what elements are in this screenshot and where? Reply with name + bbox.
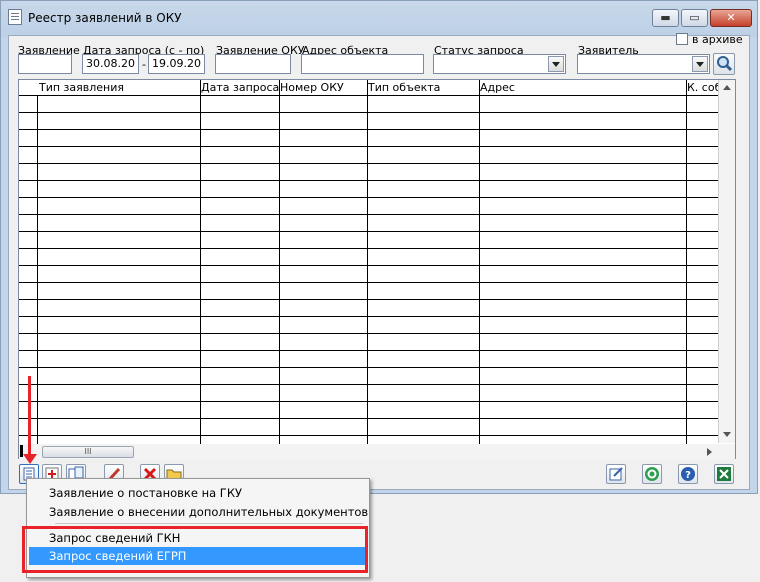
excel-button[interactable] [714, 464, 734, 484]
refresh-icon [645, 467, 659, 481]
help-button[interactable]: ? [678, 464, 698, 484]
scroll-up-icon[interactable] [723, 85, 731, 90]
oku-application-input[interactable] [215, 54, 291, 74]
maximize-button[interactable]: ▭ [681, 9, 708, 27]
chevron-down-icon[interactable] [692, 56, 708, 72]
scroll-right-icon[interactable] [707, 448, 712, 456]
applications-grid[interactable]: Тип заявления Дата запроса Номер ОКУ Тип… [18, 79, 736, 459]
open-button[interactable] [606, 464, 626, 484]
refresh-button[interactable] [642, 464, 662, 484]
scroll-down-icon[interactable] [723, 432, 731, 437]
column-header-address[interactable]: Адрес [480, 80, 515, 95]
search-button[interactable] [713, 53, 735, 75]
date-separator: - [142, 58, 146, 71]
window-title: Реестр заявлений в ОКУ [28, 11, 182, 25]
open-icon [609, 467, 623, 481]
archive-checkbox[interactable] [676, 33, 688, 45]
svg-text:?: ? [685, 470, 691, 481]
title-bar[interactable]: Реестр заявлений в ОКУ ▬ ▭ ✕ [0, 0, 758, 34]
document-icon [8, 9, 22, 25]
help-icon: ? [681, 467, 695, 481]
search-icon [717, 56, 733, 72]
close-button[interactable]: ✕ [710, 9, 752, 27]
vertical-scrollbar[interactable] [718, 80, 735, 443]
column-header-object-type[interactable]: Тип объекта [368, 80, 441, 95]
object-address-input[interactable] [301, 54, 424, 74]
horizontal-scroll-thumb[interactable]: III [42, 446, 134, 458]
annotation-highlight-box [22, 526, 368, 573]
minimize-button[interactable]: ▬ [652, 9, 679, 27]
column-header-oku-number[interactable]: Номер ОКУ [280, 80, 344, 95]
chevron-down-icon[interactable] [548, 56, 564, 72]
applicant-select[interactable] [577, 54, 710, 74]
date-from-input[interactable]: 30.08.20 [82, 54, 139, 74]
column-header-type[interactable]: Тип заявления [39, 80, 125, 95]
excel-icon [717, 467, 731, 481]
grid-lines [19, 80, 719, 446]
annotation-arrow-shaft [28, 376, 31, 456]
column-header-owner[interactable]: К. соб [687, 80, 722, 95]
archive-label: в архиве [692, 33, 743, 46]
column-header-request-date[interactable]: Дата запроса [201, 80, 280, 95]
date-to-input[interactable]: 19.09.20 [148, 54, 205, 74]
application-input[interactable] [18, 54, 72, 74]
menu-separator [55, 523, 363, 524]
menu-item-registration[interactable]: Заявление о постановке на ГКУ [49, 486, 242, 500]
request-status-select[interactable] [433, 54, 566, 74]
annotation-arrow-head [23, 454, 37, 464]
menu-item-additional-docs[interactable]: Заявление о внесении дополнительных доку… [49, 505, 368, 519]
